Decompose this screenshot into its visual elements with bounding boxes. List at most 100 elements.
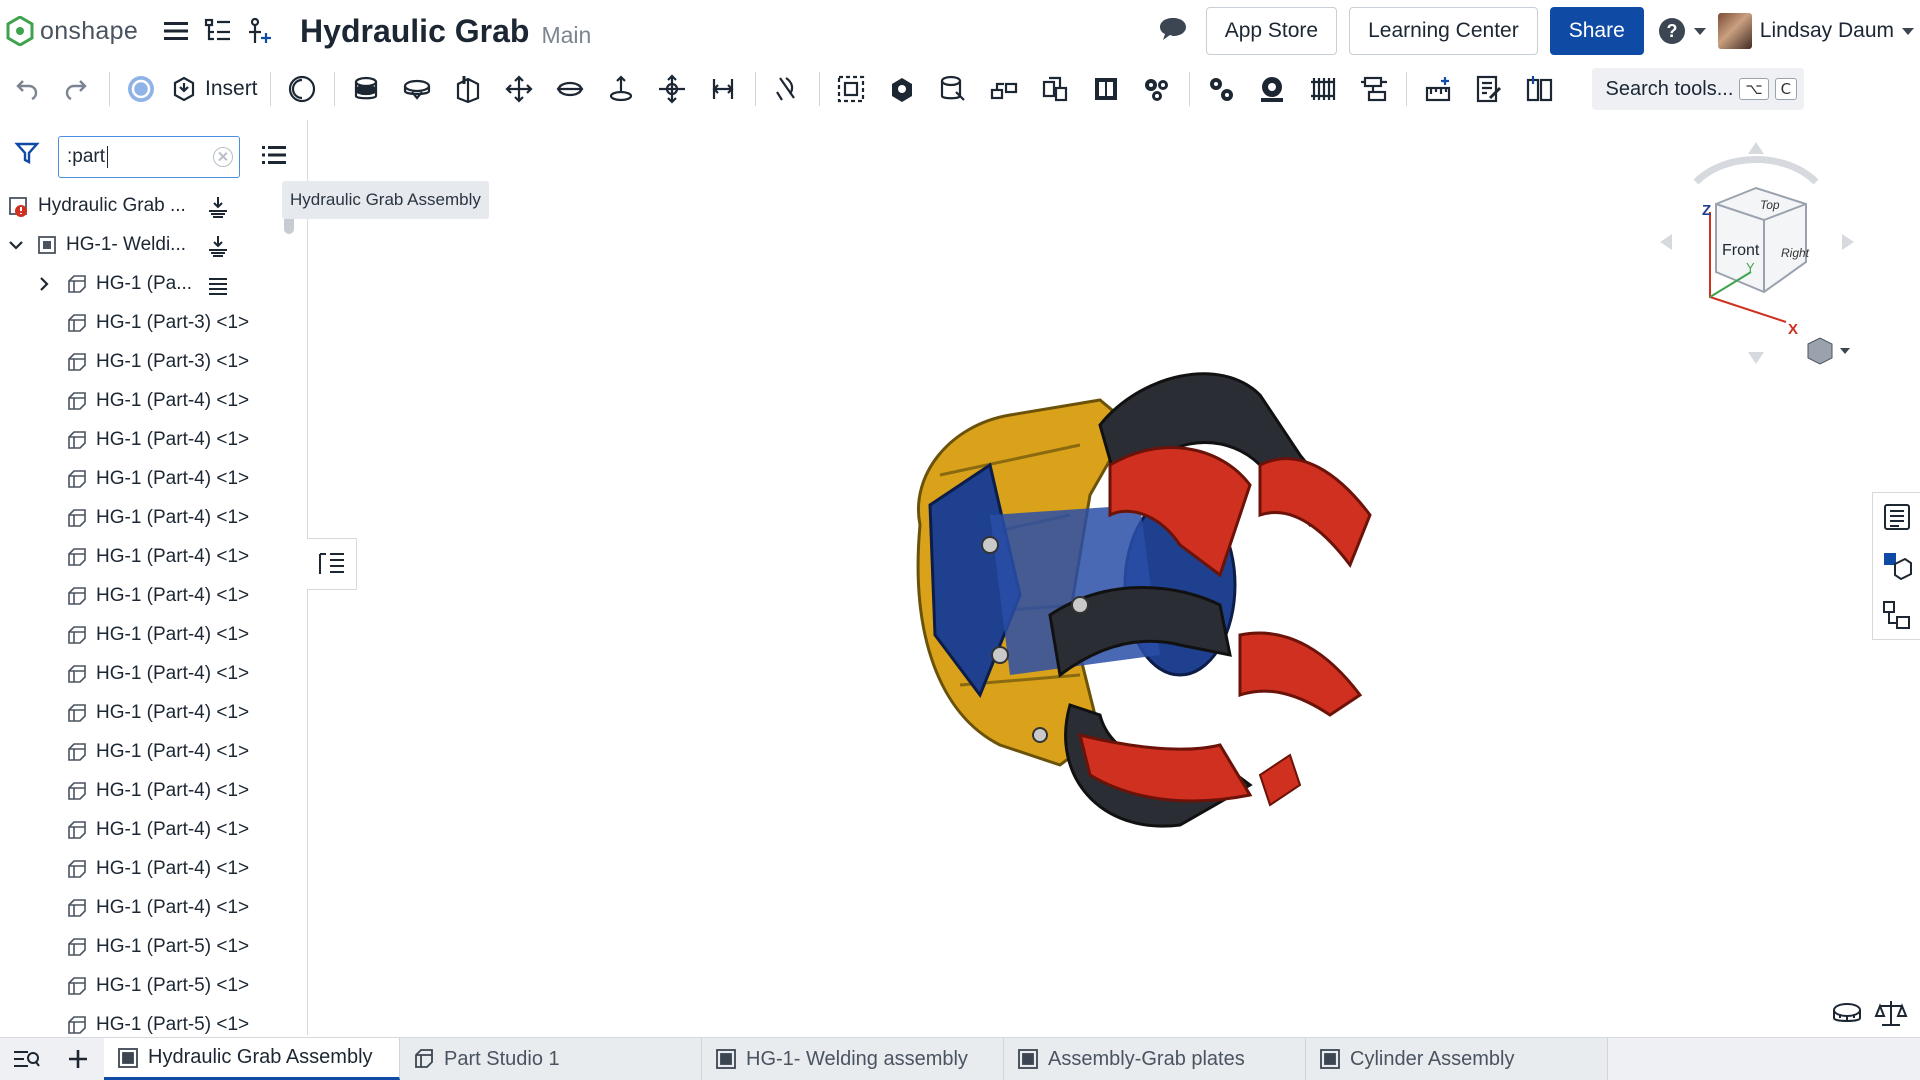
tree-part-row[interactable]: HG-1 (Part-3) <1> <box>0 303 280 342</box>
tree-part-row[interactable]: HG-1 (Part-3) <1> <box>0 342 280 381</box>
insert-label: Insert <box>205 77 258 100</box>
shortcut-key: ⌥ <box>1739 78 1769 100</box>
clear-filter-icon[interactable] <box>213 147 233 167</box>
undo-icon[interactable] <box>6 69 46 109</box>
replicate-icon[interactable] <box>933 69 973 109</box>
hamburger-menu-icon[interactable] <box>160 15 192 47</box>
tree-part-row[interactable]: HG-1 (Part-4) <1> <box>0 420 280 459</box>
properties-panel-icon[interactable] <box>1881 501 1913 533</box>
user-menu[interactable]: Lindsay Daum <box>1717 13 1914 49</box>
mate-connector-icon[interactable] <box>882 69 922 109</box>
tree-pattern[interactable]: HG-1 (Pa... <box>0 264 280 303</box>
measure-icon[interactable] <box>1418 69 1458 109</box>
help-menu[interactable]: ? <box>1658 17 1706 45</box>
cylindrical-mate-icon[interactable] <box>550 69 590 109</box>
chevron-down-icon <box>1693 27 1706 35</box>
tree-part-label: HG-1 (Part-4) <1> <box>96 506 250 528</box>
appearance-panel-icon[interactable] <box>1881 550 1913 582</box>
bill-of-materials-icon[interactable] <box>1520 69 1560 109</box>
fastened-mate-icon[interactable] <box>346 69 386 109</box>
circular-pattern-icon[interactable] <box>1035 69 1075 109</box>
fastened-mate-history-icon[interactable] <box>282 69 322 109</box>
add-tab-button[interactable] <box>52 1038 104 1080</box>
tree-part-row[interactable]: HG-1 (Part-4) <1> <box>0 888 280 927</box>
planar-mate-icon[interactable] <box>499 69 539 109</box>
document-title[interactable]: Hydraulic Grab <box>300 13 529 50</box>
download-icon[interactable] <box>206 195 230 219</box>
tree-part-row[interactable]: HG-1 (Part-4) <1> <box>0 381 280 420</box>
gear-relation-icon[interactable] <box>1137 69 1177 109</box>
list-view-icon[interactable] <box>262 144 286 166</box>
tangent-mate-icon[interactable] <box>767 69 807 109</box>
tree-pattern-label: HG-1 (Pa... <box>96 272 193 294</box>
insert-button[interactable]: Insert <box>171 75 258 103</box>
tree-part-row[interactable]: HG-1 (Part-4) <1> <box>0 459 280 498</box>
rack-pinion-icon[interactable] <box>1303 69 1343 109</box>
redo-icon[interactable] <box>57 69 97 109</box>
mate-features-panel-icon[interactable] <box>1881 599 1913 631</box>
chevron-right-icon[interactable] <box>34 274 54 294</box>
tree-part-row[interactable]: HG-1 (Part-4) <1> <box>0 693 280 732</box>
tree-part-row[interactable]: HG-1 (Part-4) <1> <box>0 498 280 537</box>
edit-properties-icon[interactable] <box>1469 69 1509 109</box>
explode-view-icon[interactable] <box>1086 69 1126 109</box>
gear-icon[interactable] <box>1252 69 1292 109</box>
viewcube-front-label[interactable]: Front <box>1722 242 1760 259</box>
tab-hydraulic-grab-assembly[interactable]: Hydraulic Grab Assembly <box>104 1038 400 1080</box>
tree-part-row[interactable]: HG-1 (Part-4) <1> <box>0 537 280 576</box>
measurement-icon[interactable] <box>1830 998 1864 1028</box>
graphics-viewport[interactable]: Top Front Right Z Y X <box>310 120 1870 1035</box>
learning-center-button[interactable]: Learning Center <box>1349 7 1538 55</box>
tree-part-row[interactable]: HG-1 (Part-5) <1> <box>0 927 280 966</box>
pin-slot-mate-icon[interactable] <box>601 69 641 109</box>
tab-part-studio-1[interactable]: Part Studio 1 <box>400 1038 702 1080</box>
filter-icon[interactable] <box>14 140 40 166</box>
configuration-icon[interactable] <box>121 69 161 109</box>
tree-part-row[interactable]: HG-1 (Part-5) <1> <box>0 966 280 1005</box>
linear-pattern-icon[interactable] <box>984 69 1024 109</box>
mass-properties-icon[interactable] <box>1874 998 1908 1028</box>
tab-label: Assembly-Grab plates <box>1048 1047 1245 1070</box>
filter-input[interactable]: :part <box>58 136 240 178</box>
screw-relation-icon[interactable] <box>1354 69 1394 109</box>
tree-part-row[interactable]: HG-1 (Part-4) <1> <box>0 771 280 810</box>
slider-mate-icon[interactable] <box>448 69 488 109</box>
document-branch[interactable]: Main <box>541 22 591 49</box>
tab-hg-1-welding-assembly[interactable]: HG-1- Welding assembly <box>702 1038 1004 1080</box>
download-icon[interactable] <box>206 234 230 258</box>
comments-icon[interactable] <box>1158 16 1188 47</box>
tree-part-row[interactable]: HG-1 (Part-4) <1> <box>0 615 280 654</box>
tab-cylinder-assembly[interactable]: Cylinder Assembly <box>1306 1038 1608 1080</box>
tree-subassembly[interactable]: HG-1- Weldi... <box>0 225 280 264</box>
search-tools-button[interactable]: Search tools... ⌥ C <box>1591 68 1804 110</box>
group-icon[interactable] <box>831 69 871 109</box>
tree-part-row[interactable]: HG-1 (Part-4) <1> <box>0 849 280 888</box>
toolbar-divider <box>1405 72 1407 106</box>
feature-list-icon[interactable] <box>202 15 234 47</box>
view-cube[interactable]: Top Front Right Z Y X <box>1656 132 1860 366</box>
parallel-mate-icon[interactable] <box>703 69 743 109</box>
revolute-mate-icon[interactable] <box>397 69 437 109</box>
tab-manager-icon[interactable] <box>0 1038 52 1080</box>
pattern-status-icon[interactable] <box>206 273 230 297</box>
instance-list-panel: :part Hydraulic Grab ... HG-1- Weldi... … <box>0 120 308 1035</box>
viewport-bottom-tools <box>1820 998 1908 1028</box>
ball-mate-icon[interactable] <box>652 69 692 109</box>
hydraulic-grab-model[interactable] <box>880 355 1420 875</box>
tree-part-row[interactable]: HG-1 (Part-4) <1> <box>0 654 280 693</box>
axis-y-label: Y <box>1746 260 1755 275</box>
tree-part-row[interactable]: HG-1 (Part-4) <1> <box>0 732 280 771</box>
gear-small-icon[interactable] <box>1201 69 1241 109</box>
app-store-button[interactable]: App Store <box>1205 7 1338 55</box>
share-button[interactable]: Share <box>1549 7 1644 55</box>
tab-assembly-grab-plates[interactable]: Assembly-Grab plates <box>1004 1038 1306 1080</box>
insert-instance-icon[interactable] <box>244 15 276 47</box>
chevron-down-icon[interactable] <box>6 235 26 255</box>
tree-part-row[interactable]: HG-1 (Part-4) <1> <box>0 576 280 615</box>
tab-bar: Hydraulic Grab Assembly Part Studio 1 HG-1… <box>0 1037 1920 1080</box>
viewcube-top-label[interactable]: Top <box>1760 198 1780 212</box>
tree-root-assembly[interactable]: Hydraulic Grab ... <box>0 186 280 225</box>
onshape-logo[interactable]: onshape <box>6 0 138 62</box>
tree-part-row[interactable]: HG-1 (Part-4) <1> <box>0 810 280 849</box>
viewcube-right-label[interactable]: Right <box>1781 246 1810 260</box>
